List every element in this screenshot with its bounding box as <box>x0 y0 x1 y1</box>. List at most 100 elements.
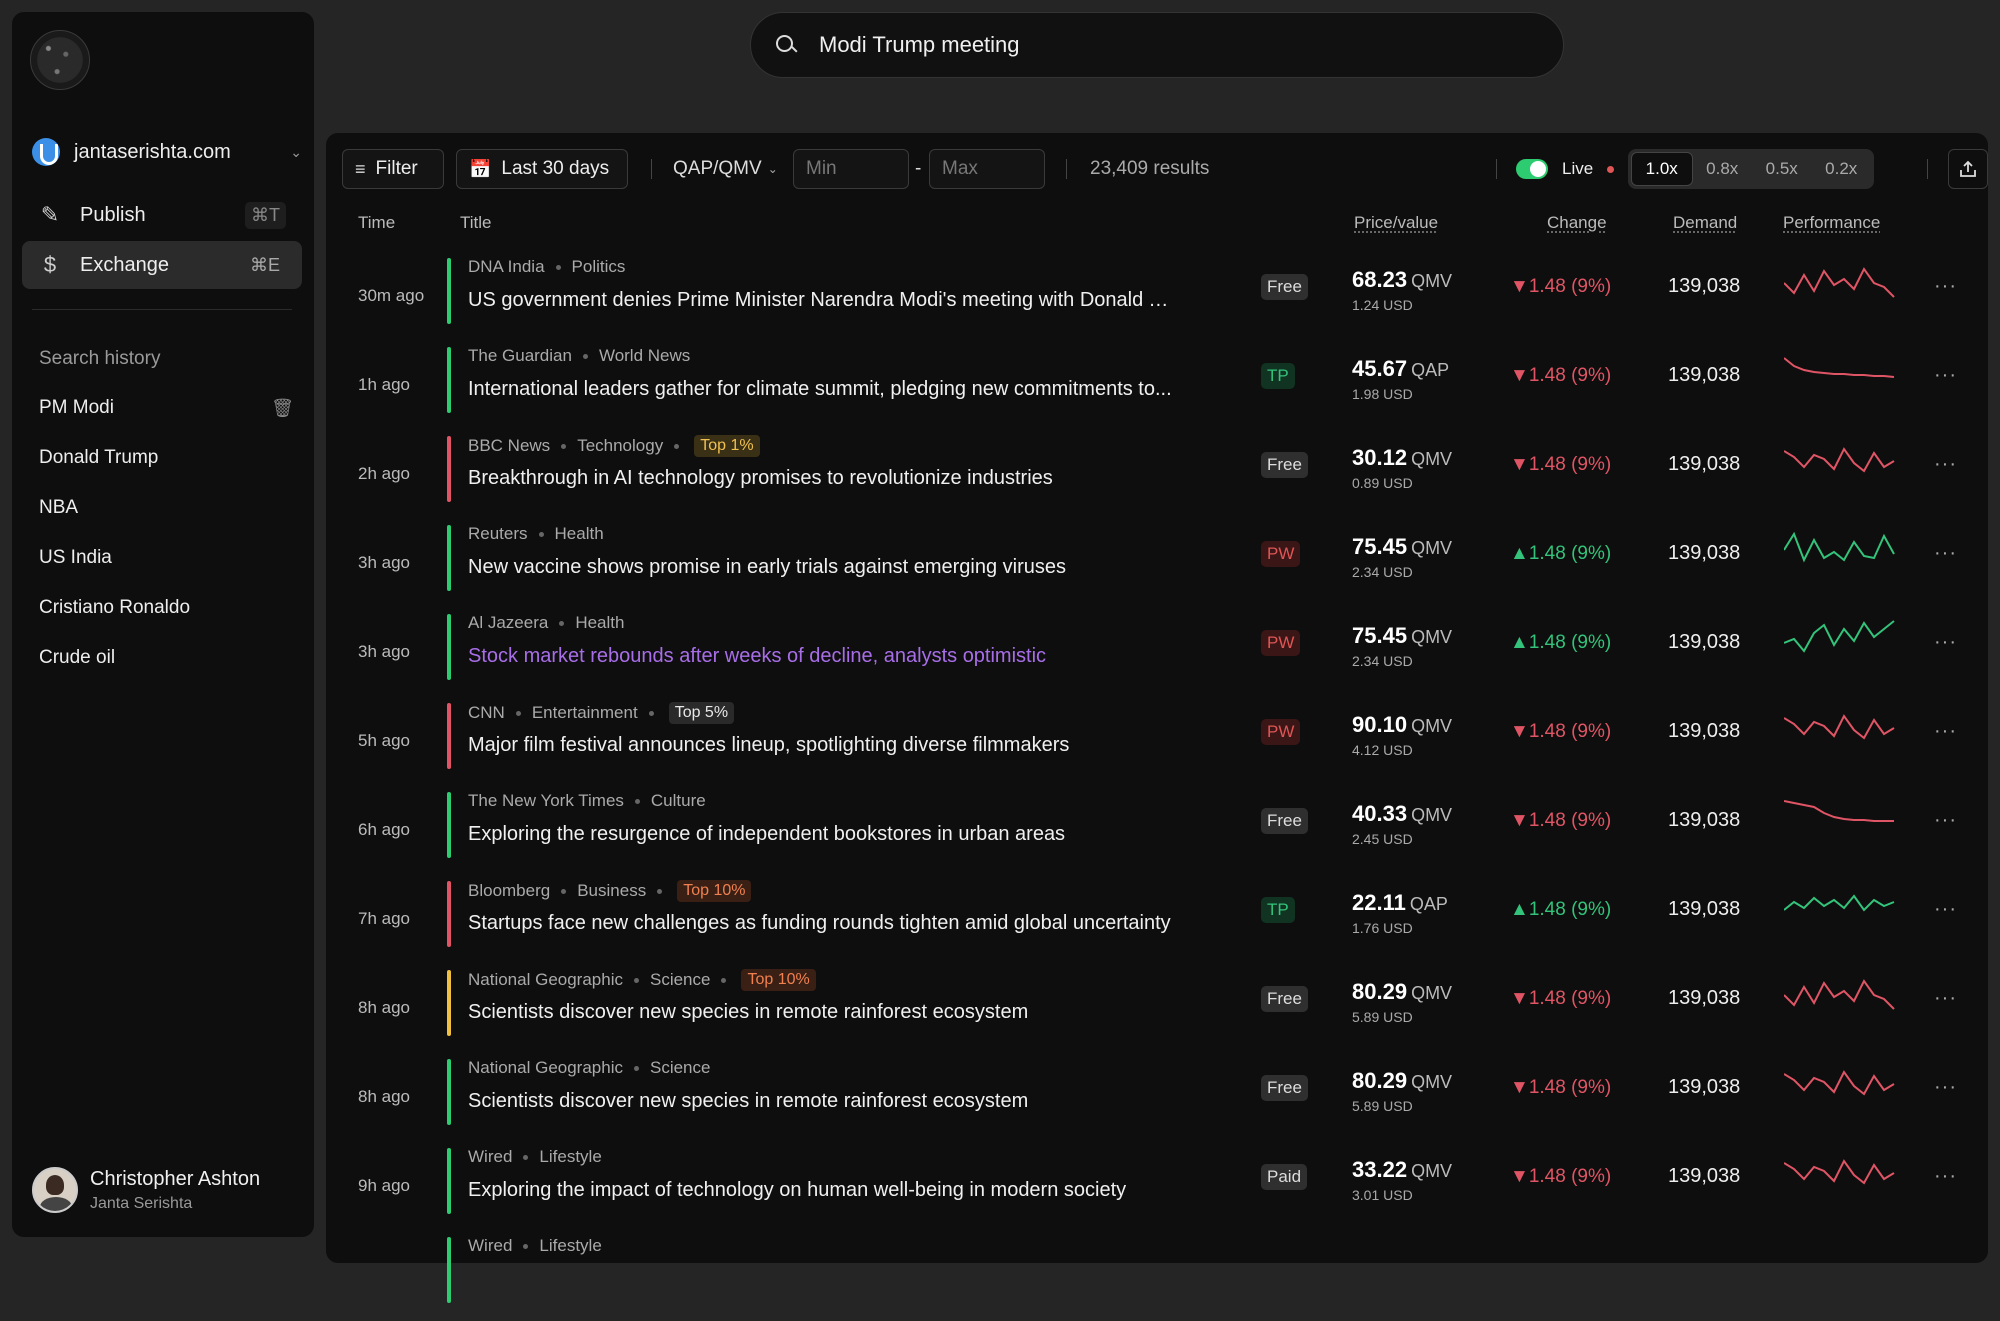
row-title[interactable]: Breakthrough in AI technology promises t… <box>468 467 1053 490</box>
row-status-bar <box>447 881 451 947</box>
export-button[interactable] <box>1948 149 1988 189</box>
table-row[interactable]: 2h ago BBC News Technology Top 1% Breakt… <box>326 431 1988 520</box>
more-icon[interactable]: ··· <box>1934 453 1957 476</box>
row-source[interactable]: National Geographic <box>468 970 623 990</box>
row-category[interactable]: Science <box>650 1058 710 1078</box>
row-time: 3h ago <box>358 642 410 661</box>
row-category[interactable]: Culture <box>651 791 706 811</box>
change-value: 1.48 (9%) <box>1528 1166 1612 1187</box>
header-change[interactable]: Change <box>1547 213 1607 233</box>
user-profile[interactable]: Christopher Ashton Janta Serishta <box>32 1167 260 1213</box>
table-row[interactable]: 30m ago DNA India Politics US government… <box>326 253 1988 342</box>
row-category[interactable]: Politics <box>572 257 626 277</box>
table-row[interactable]: Wired Lifestyle <box>326 1232 1988 1321</box>
header-time[interactable]: Time <box>358 213 395 233</box>
max-input[interactable] <box>929 149 1045 189</box>
min-input[interactable] <box>793 149 909 189</box>
table-row[interactable]: 1h ago The Guardian World News Internati… <box>326 342 1988 431</box>
nav-publish[interactable]: ✎ Publish ⌘T <box>22 191 302 239</box>
row-source[interactable]: CNN <box>468 703 505 723</box>
header-demand[interactable]: Demand <box>1673 213 1737 233</box>
row-category[interactable]: World News <box>599 346 690 366</box>
more-icon[interactable]: ··· <box>1934 1076 1957 1099</box>
sparkline-path <box>1784 714 1895 740</box>
more-icon[interactable]: ··· <box>1934 898 1957 921</box>
row-category[interactable]: Lifestyle <box>539 1236 601 1256</box>
more-icon[interactable]: ··· <box>1934 542 1957 565</box>
history-item[interactable]: PM Modi 🗑 <box>39 397 294 419</box>
row-category[interactable]: Health <box>575 613 624 633</box>
table-row[interactable]: 9h ago Wired Lifestyle Exploring the imp… <box>326 1143 1988 1232</box>
unit-select[interactable]: QAP/QMV ⌄ <box>673 149 778 189</box>
more-icon[interactable]: ··· <box>1934 364 1957 387</box>
row-source[interactable]: Wired <box>468 1147 512 1167</box>
change-value: 1.48 (9%) <box>1528 721 1612 742</box>
row-title[interactable]: US government denies Prime Minister Nare… <box>468 289 1178 312</box>
row-title[interactable]: Startups face new challenges as funding … <box>468 912 1171 935</box>
row-status-bar <box>447 1148 451 1214</box>
history-item[interactable]: Crude oil <box>39 647 294 669</box>
app-logo[interactable] <box>30 30 90 90</box>
row-source[interactable]: BBC News <box>468 436 550 456</box>
speed-option[interactable]: 1.0x <box>1631 152 1693 186</box>
more-icon[interactable]: ··· <box>1934 1165 1957 1188</box>
nav-exchange[interactable]: $ Exchange ⌘E <box>22 241 302 289</box>
row-title[interactable]: Scientists discover new species in remot… <box>468 1001 1028 1024</box>
row-title[interactable]: Exploring the impact of technology on hu… <box>468 1179 1126 1202</box>
table-row[interactable]: 8h ago National Geographic Science Top 1… <box>326 965 1988 1054</box>
history-item[interactable]: NBA <box>39 497 294 519</box>
more-icon[interactable]: ··· <box>1934 987 1957 1010</box>
row-title[interactable]: Exploring the resurgence of independent … <box>468 823 1065 846</box>
date-range-button[interactable]: 📅 Last 30 days <box>456 149 628 189</box>
row-title[interactable]: Stock market rebounds after weeks of dec… <box>468 645 1046 668</box>
table-row[interactable]: 3h ago Al Jazeera Health Stock market re… <box>326 609 1988 698</box>
header-price[interactable]: Price/value <box>1354 213 1438 233</box>
row-source[interactable]: Reuters <box>468 524 528 544</box>
row-category[interactable]: Science <box>650 970 710 990</box>
speed-option[interactable]: 0.8x <box>1693 152 1753 186</box>
table-row[interactable]: 3h ago Reuters Health New vaccine shows … <box>326 520 1988 609</box>
row-time: 6h ago <box>358 820 410 839</box>
header-title[interactable]: Title <box>460 213 492 233</box>
more-icon[interactable]: ··· <box>1934 809 1957 832</box>
price-value: 40.33 <box>1352 801 1408 826</box>
history-item[interactable]: Donald Trump <box>39 447 294 469</box>
more-icon[interactable]: ··· <box>1934 720 1957 743</box>
row-title[interactable]: Scientists discover new species in remot… <box>468 1090 1028 1113</box>
table-row[interactable]: 6h ago The New York Times Culture Explor… <box>326 787 1988 876</box>
history-item[interactable]: Cristiano Ronaldo <box>39 597 294 619</box>
row-source[interactable]: Al Jazeera <box>468 613 548 633</box>
live-toggle[interactable] <box>1516 159 1548 179</box>
table-row[interactable]: 8h ago National Geographic Science Scien… <box>326 1054 1988 1143</box>
speed-option[interactable]: 0.2x <box>1812 152 1872 186</box>
row-source[interactable]: The New York Times <box>468 791 624 811</box>
workspace-switcher[interactable]: jantaserishta.com ⌄ <box>32 132 302 172</box>
row-source[interactable]: Wired <box>468 1236 512 1256</box>
more-icon[interactable]: ··· <box>1934 631 1957 654</box>
row-category[interactable]: Business <box>577 881 646 901</box>
history-item[interactable]: US India <box>39 547 294 569</box>
row-category[interactable]: Health <box>555 524 604 544</box>
row-title[interactable]: New vaccine shows promise in early trial… <box>468 556 1066 579</box>
price-unit: QMV <box>1411 538 1453 558</box>
header-performance[interactable]: Performance <box>1783 213 1880 233</box>
row-source[interactable]: DNA India <box>468 257 545 277</box>
search-input[interactable] <box>819 32 1519 58</box>
trash-icon[interactable]: 🗑 <box>271 398 294 419</box>
row-title[interactable]: International leaders gather for climate… <box>468 378 1172 401</box>
row-title[interactable]: Major film festival announces lineup, sp… <box>468 734 1069 757</box>
row-category[interactable]: Technology <box>577 436 663 456</box>
table-row[interactable]: 7h ago Bloomberg Business Top 10% Startu… <box>326 876 1988 965</box>
speed-option[interactable]: 0.5x <box>1752 152 1812 186</box>
row-category[interactable]: Entertainment <box>532 703 638 723</box>
row-category[interactable]: Lifestyle <box>539 1147 601 1167</box>
filter-label: Filter <box>375 158 418 179</box>
meta-dot <box>633 1065 639 1071</box>
performance-sparkline <box>1784 447 1895 473</box>
row-source[interactable]: National Geographic <box>468 1058 623 1078</box>
row-source[interactable]: Bloomberg <box>468 881 550 901</box>
row-source[interactable]: The Guardian <box>468 346 572 366</box>
table-row[interactable]: 5h ago CNN Entertainment Top 5% Major fi… <box>326 698 1988 787</box>
filter-button[interactable]: ≡ Filter <box>342 149 444 189</box>
more-icon[interactable]: ··· <box>1934 275 1957 298</box>
